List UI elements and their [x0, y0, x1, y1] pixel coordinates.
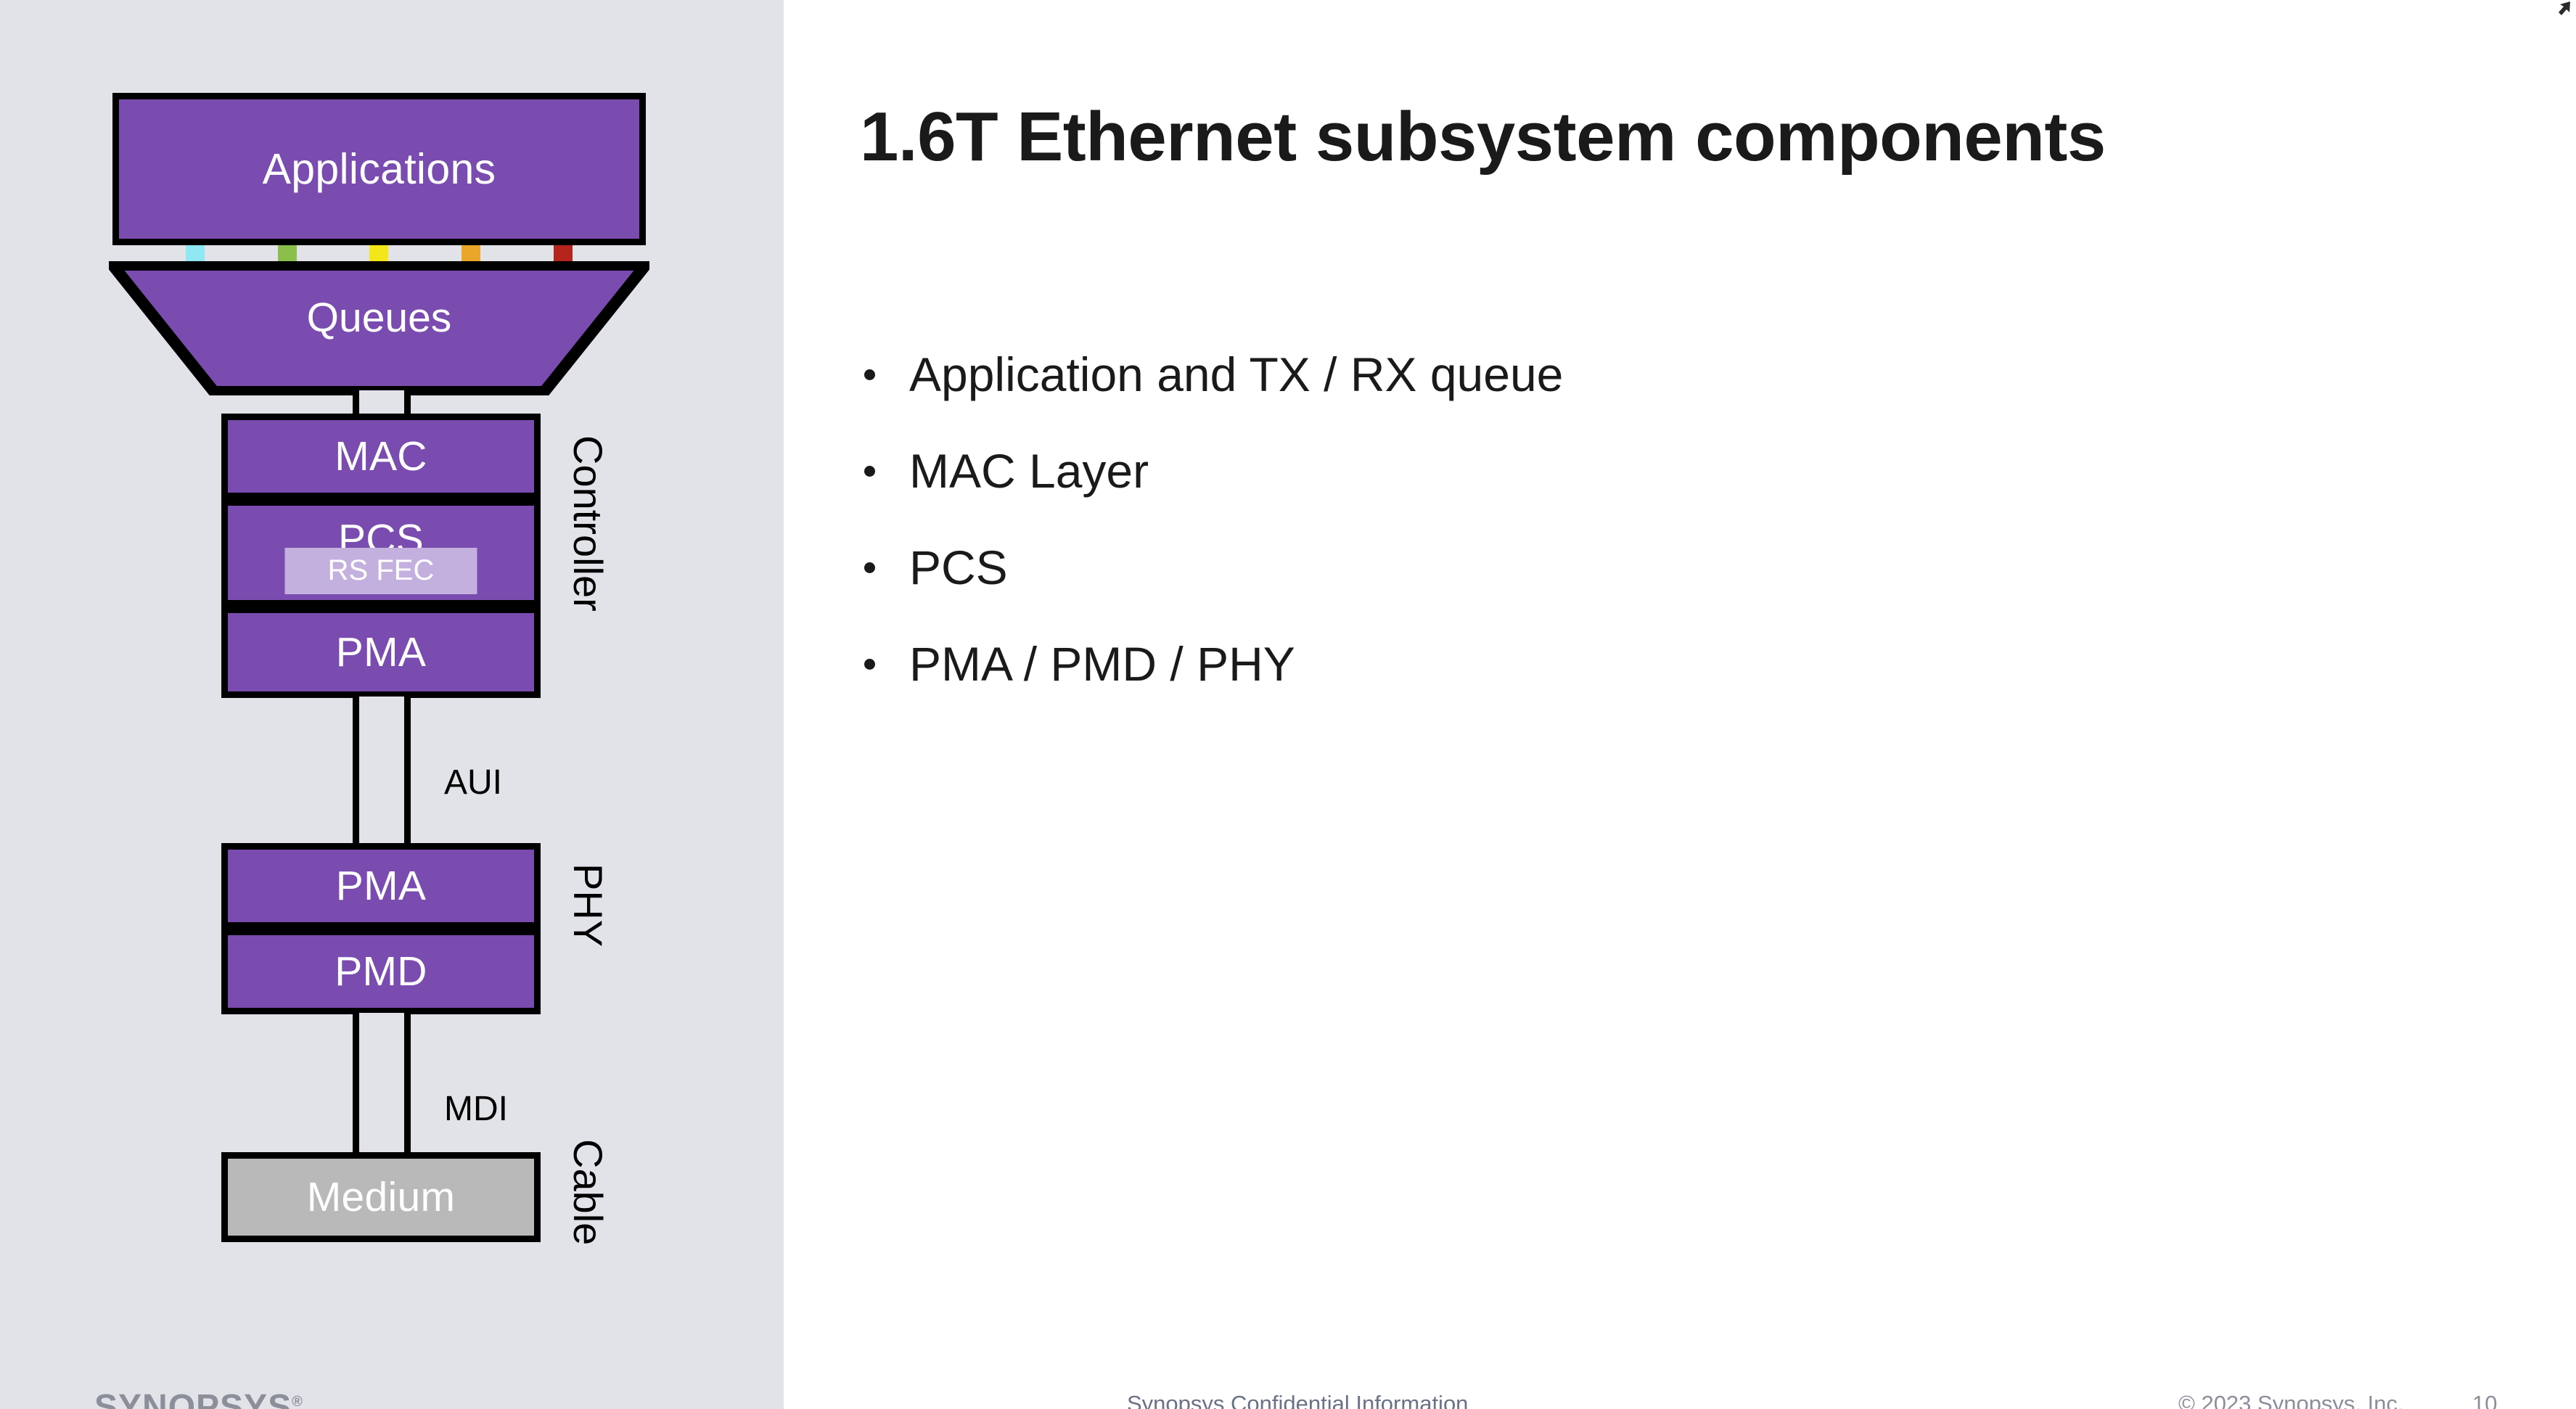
bullet-dot-icon	[864, 465, 875, 477]
queue-color-strip	[112, 245, 646, 261]
bullet-text: MAC Layer	[909, 443, 1149, 498]
pmd-label: PMD	[335, 948, 427, 995]
applications-label: Applications	[262, 144, 496, 193]
page-title: 1.6T Ethernet subsystem components	[860, 98, 2106, 176]
pma-controller-label: PMA	[335, 628, 427, 675]
color-spacer	[297, 245, 370, 261]
diagram-block-medium: Medium	[221, 1152, 541, 1242]
color-spacer	[480, 245, 554, 261]
aui-interface-label: AUI	[444, 763, 503, 802]
synopsys-logo-text: SYNOPSYS	[94, 1388, 292, 1409]
group-label-cable: Cable	[565, 1139, 611, 1246]
diagram-block-applications: Applications	[112, 93, 646, 245]
bullet-list: Application and TX / RX queue MAC Layer …	[860, 348, 2384, 734]
diagram-block-pma-phy: PMA	[221, 843, 541, 929]
rs-fec-badge: RS FEC	[284, 548, 477, 594]
bullet-dot-icon	[864, 369, 875, 381]
diagram-block-mac: MAC	[221, 414, 541, 499]
pma-phy-label: PMA	[335, 862, 427, 909]
bullet-dot-icon	[864, 658, 875, 670]
bullet-text: PCS	[909, 540, 1008, 594]
queue-color-green	[277, 245, 297, 261]
color-spacer	[573, 245, 646, 261]
list-item: Application and TX / RX queue	[860, 348, 2384, 402]
diagram-block-queues: Queues	[109, 261, 649, 395]
connector-queues-to-mac	[353, 390, 411, 415]
bullet-dot-icon	[864, 562, 875, 573]
mac-label: MAC	[335, 432, 427, 480]
diagram-block-pmd: PMD	[221, 929, 541, 1014]
footer-page-number: 10	[2472, 1391, 2498, 1409]
bullet-text: Application and TX / RX queue	[909, 348, 1564, 401]
diagram-panel: Applications Queues MAC PCS RS FEC PMA A…	[0, 0, 784, 1409]
queue-color-yellow	[369, 245, 389, 261]
color-spacer	[112, 245, 186, 261]
queue-color-cyan	[185, 245, 205, 261]
group-label-phy: PHY	[565, 863, 611, 948]
synopsys-logo: SYNOPSYS®	[94, 1390, 303, 1409]
group-label-controller: Controller	[565, 435, 611, 612]
diagram-block-pma-controller: PMA	[221, 607, 541, 698]
cursor-arrow-icon	[2550, 0, 2572, 20]
connector-aui	[353, 697, 411, 845]
list-item: PMA / PMD / PHY	[860, 636, 2384, 691]
connector-mdi	[353, 1013, 411, 1154]
queues-trapezoid-shape	[109, 261, 649, 395]
queue-color-red	[554, 245, 573, 261]
footer-copyright: © 2023 Synopsys, Inc.	[2178, 1391, 2404, 1409]
mdi-interface-label: MDI	[444, 1090, 508, 1128]
medium-label: Medium	[306, 1173, 456, 1220]
list-item: PCS	[860, 541, 2384, 595]
bullet-text: PMA / PMD / PHY	[909, 636, 1295, 691]
queue-color-orange	[462, 245, 481, 261]
slide: Applications Queues MAC PCS RS FEC PMA A…	[0, 0, 2576, 1409]
diagram-block-pcs: PCS RS FEC	[221, 499, 541, 607]
list-item: MAC Layer	[860, 443, 2384, 498]
color-spacer	[205, 245, 278, 261]
color-spacer	[388, 245, 462, 261]
registered-trademark-icon: ®	[292, 1394, 303, 1409]
footer-confidential-notice: Synopsys Confidential Information	[1127, 1391, 1469, 1409]
